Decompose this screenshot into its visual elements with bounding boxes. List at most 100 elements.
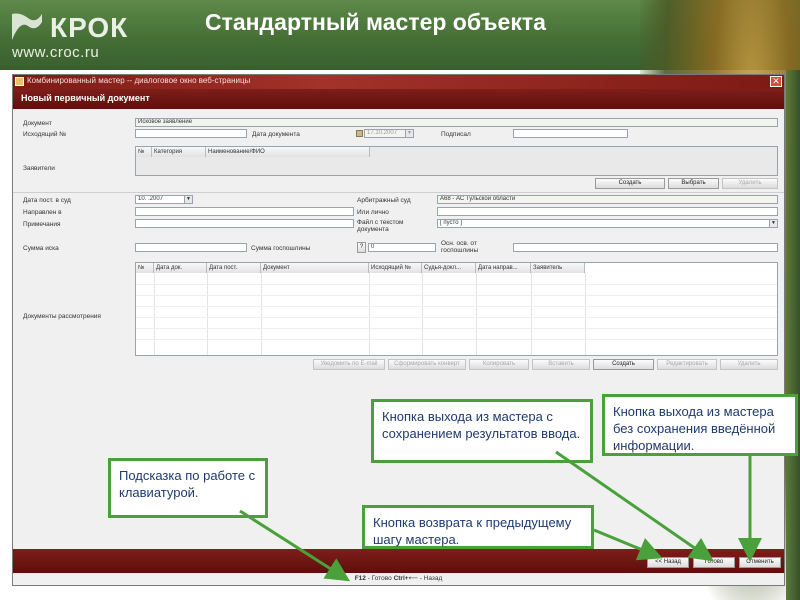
notes-field[interactable] <box>135 219 354 228</box>
chevron-down-icon[interactable]: ▼ <box>769 220 777 227</box>
text-file-value: [ пусто ] <box>440 220 462 226</box>
make-envelope-button[interactable]: Сформировать конверт <box>388 359 466 370</box>
chevron-down-icon[interactable]: ▼ <box>405 130 413 137</box>
grid-line <box>207 273 208 355</box>
review-documents-label: Документы рассмотрения <box>23 313 101 320</box>
grid-line <box>136 328 777 329</box>
review-col-judge: Судья-докл... <box>422 263 476 273</box>
window-titlebar: Комбинированный мастер -- диалоговое окн… <box>13 75 784 89</box>
callout-back-hint: Кнопка возврата к предыдущему шагу масте… <box>362 505 594 549</box>
grid-line <box>369 273 370 355</box>
grid-line <box>136 306 777 307</box>
calendar-icon[interactable] <box>356 130 363 137</box>
wizard-step-title: Новый первичный документ <box>21 93 150 103</box>
slide-title: Стандартный мастер объекта <box>205 9 546 35</box>
callout-nosave-exit: Кнопка выхода из мастера без сохранения … <box>602 394 798 456</box>
outgoing-number-label: Исходящий № <box>23 131 67 138</box>
back-button[interactable]: << Назад <box>647 557 689 568</box>
duty-exemption-field[interactable] <box>513 243 778 252</box>
duty-exemption-label: Осн. осв. от госпошлины <box>441 240 479 254</box>
close-icon[interactable]: ✕ <box>770 76 782 87</box>
claim-sum-label: Сумма иска <box>23 245 59 252</box>
applicants-create-button[interactable]: Создать <box>595 178 665 189</box>
grid-line <box>261 273 262 355</box>
document-date-label: Дата документа <box>252 131 300 138</box>
court-date-value: 10. .2007 <box>138 196 164 202</box>
document-field[interactable]: Исковое заявление <box>135 118 778 127</box>
sent-to-field[interactable] <box>135 207 354 216</box>
wizard-nav-bar: << Назад Готово Отменить <box>13 549 784 573</box>
review-col-sent-date: Дата направ... <box>476 263 531 273</box>
grid-line <box>136 284 777 285</box>
grid-line <box>154 273 155 355</box>
window-title: Комбинированный мастер -- диалоговое окн… <box>27 76 251 85</box>
review-edit-button[interactable]: Редактировать <box>657 359 717 370</box>
review-col-document: Документ <box>261 263 369 273</box>
sent-to-label: Направлен в <box>23 209 62 216</box>
in-person-label: Или лично <box>357 209 389 216</box>
state-duty-label: Сумма госпошлины <box>251 245 311 252</box>
review-documents-table: № Дата док. Дата пост. Документ Исходящи… <box>135 262 778 356</box>
callout-keyboard-hint: Подсказка по работе с клавиатурой. <box>108 458 268 518</box>
claim-sum-field[interactable] <box>135 243 247 252</box>
review-col-applicant: Заявитель <box>531 263 585 273</box>
signed-by-label: Подписал <box>441 131 471 138</box>
back-arrow-icon: ⟵ <box>408 575 418 582</box>
grid-line <box>136 295 777 296</box>
grid-line <box>585 273 586 355</box>
document-label: Документ <box>23 120 52 127</box>
f12-key: F12 <box>354 575 366 582</box>
notify-email-button[interactable]: Уведомить по E-mail <box>313 359 385 370</box>
applicants-col-category: Категория <box>152 147 206 157</box>
back-shortcut-text: - Назад <box>417 575 443 582</box>
document-date-field[interactable]: 17.10.2007 ▼ <box>364 129 414 138</box>
applicants-table: № Категория Наименование/ФИО <box>135 146 778 176</box>
court-date-field[interactable]: 10. .2007 ▼ <box>135 195 193 204</box>
keyboard-hint-line: F12 - Готово Ctrl+⟵ - Назад <box>13 573 784 585</box>
logo-brand: КРОК <box>50 12 129 43</box>
copy-button[interactable]: Копировать <box>469 359 529 370</box>
arbitration-court-field[interactable]: А68 - АС Тульской области <box>437 195 778 204</box>
right-decor-strip <box>786 70 800 600</box>
review-create-button[interactable]: Создать <box>593 359 654 370</box>
applicants-delete-button[interactable]: Удалить <box>722 178 778 189</box>
text-file-label: Файл с текстом документа <box>357 219 404 233</box>
document-date-value: 17.10.2007 <box>367 130 398 136</box>
logo-url: www.croc.ru <box>12 44 100 61</box>
croc-logo: КРОК www.croc.ru <box>10 8 130 61</box>
notes-label: Примечания <box>23 221 61 228</box>
paste-button[interactable]: Вставить <box>532 359 590 370</box>
grid-line <box>136 339 777 340</box>
slide-header: КРОК www.croc.ru Стандартный мастер объе… <box>0 0 800 600</box>
applicants-choose-button[interactable]: Выбрать <box>668 178 719 189</box>
applicants-col-name: Наименование/ФИО <box>206 147 370 157</box>
done-shortcut-text: - Готово <box>365 575 394 582</box>
in-person-field[interactable] <box>437 207 778 216</box>
cancel-button[interactable]: Отменить <box>739 557 781 568</box>
grid-line <box>476 273 477 355</box>
chevron-down-icon[interactable]: ▼ <box>184 196 192 203</box>
arbitration-court-label: Арбитражный суд <box>357 197 411 204</box>
review-col-no: № <box>136 263 154 273</box>
section-divider <box>13 192 784 193</box>
callout-save-exit: Кнопка выхода из мастера с сохранением р… <box>371 399 593 463</box>
done-button[interactable]: Готово <box>693 557 735 568</box>
window-app-icon <box>15 77 24 86</box>
duty-help-button[interactable]: ? <box>357 242 366 253</box>
grid-line <box>531 273 532 355</box>
applicants-label: Заявители <box>23 165 55 172</box>
review-delete-button[interactable]: Удалить <box>720 359 778 370</box>
court-date-label: Дата пост. в суд <box>23 197 71 204</box>
review-col-received-date: Дата пост. <box>207 263 261 273</box>
review-col-doc-date: Дата док. <box>154 263 207 273</box>
wizard-step-header: Новый первичный документ <box>13 89 784 109</box>
croc-logo-icon <box>12 13 42 40</box>
review-col-outgoing: Исходящий № <box>369 263 422 273</box>
grid-line <box>422 273 423 355</box>
text-file-select[interactable]: [ пусто ] ▼ <box>437 219 778 228</box>
outgoing-number-field[interactable] <box>135 129 247 138</box>
signed-by-field[interactable] <box>513 129 628 138</box>
state-duty-field[interactable]: 0 <box>368 243 436 252</box>
ctrl-key: Ctrl+ <box>393 575 409 582</box>
applicants-col-no: № <box>136 147 152 157</box>
